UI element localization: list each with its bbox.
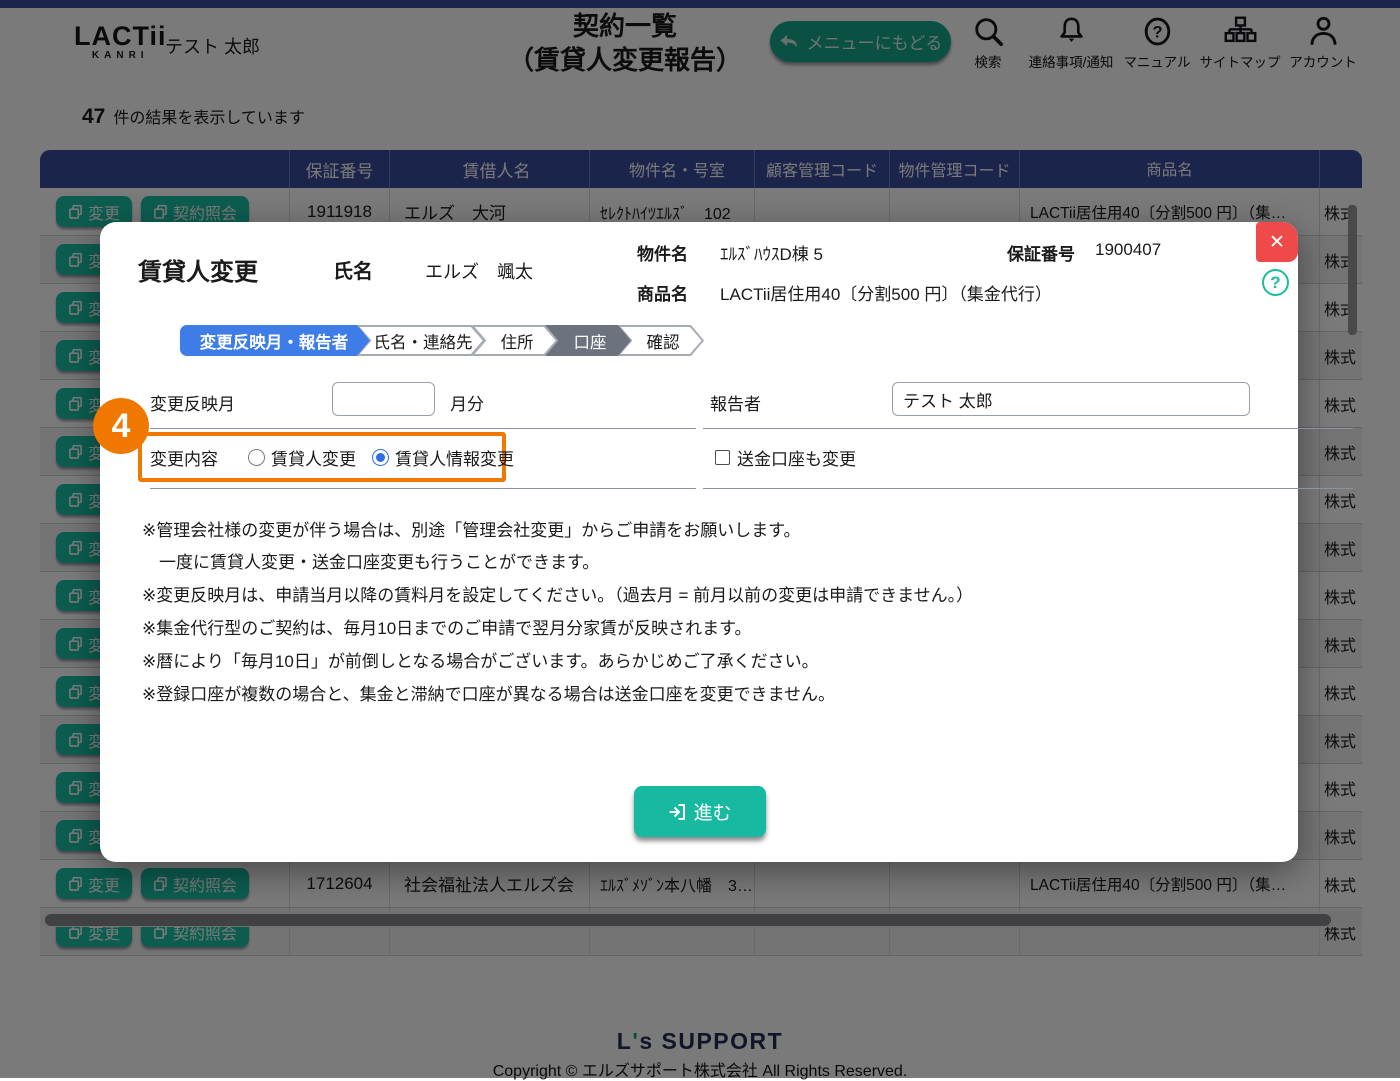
guarantee-no-value: 1900407 [1095, 240, 1161, 260]
name-value: エルズ 颯太 [425, 258, 533, 284]
step-label: 氏名・連絡先 [354, 329, 489, 353]
proceed-button[interactable]: 進む [634, 786, 766, 837]
step-label: 確認 [627, 329, 696, 353]
note-line: ※集金代行型のご契約は、毎月10日までのご申請で翌月分家賃が反映されます。 [142, 616, 973, 642]
reporter-label: 報告者 [710, 390, 761, 415]
change-type-label: 変更内容 [150, 445, 218, 470]
notes-list: ※管理会社様の変更が伴う場合は、別途「管理会社変更」からご申請をお願いします。 … [142, 518, 973, 714]
divider [703, 488, 1353, 489]
name-label: 氏名 [333, 255, 373, 284]
reflect-month-input[interactable] [332, 382, 435, 416]
enter-arrow-icon [668, 803, 686, 821]
radio-landlord-change-label: 賃貸人変更 [271, 445, 356, 470]
step-2[interactable]: 氏名・連絡先 [357, 325, 485, 356]
divider [703, 428, 1353, 429]
close-icon: ✕ [1269, 231, 1285, 254]
help-button[interactable]: ? [1262, 269, 1289, 296]
note-line: ※管理会社様の変更が伴う場合は、別途「管理会社変更」からご申請をお願いします。 [142, 518, 973, 544]
step-label: 住所 [481, 329, 550, 353]
divider [150, 428, 696, 429]
property-name-label: 物件名 [637, 240, 688, 265]
step-badge: 4 [93, 398, 149, 454]
proceed-label: 進む [693, 798, 731, 825]
reflect-month-label: 変更反映月 [150, 390, 235, 415]
reflect-month-suffix: 月分 [450, 390, 484, 415]
guarantee-no-label: 保証番号 [1007, 240, 1075, 265]
landlord-change-modal: ✕ ? 賃貸人変更 氏名 エルズ 颯太 物件名 ｴﾙｽﾞﾊｳｽD棟 5 保証番号… [100, 222, 1298, 862]
reporter-input[interactable] [892, 382, 1250, 416]
note-line: ※暦により「毎月10日」が前倒しとなる場合がございます。あらかじめご了承ください… [142, 649, 973, 675]
modal-title: 賃貸人変更 [138, 252, 258, 287]
close-button[interactable]: ✕ [1256, 222, 1298, 262]
radio-landlord-info-change-label: 賃貸人情報変更 [395, 445, 514, 470]
divider [150, 488, 696, 489]
remittance-account-checkbox[interactable]: 送金口座も変更 [715, 432, 856, 482]
radio-landlord-info-change[interactable]: 賃貸人情報変更 [372, 445, 514, 470]
step-1[interactable]: 変更反映月・報告者 [180, 325, 370, 356]
change-type-row: 変更内容 賃貸人変更 賃貸人情報変更 [150, 432, 530, 482]
step-label: 変更反映月・報告者 [186, 329, 365, 353]
step-nav: 変更反映月・報告者氏名・連絡先住所口座確認 [180, 325, 704, 356]
note-line: ※変更反映月は、申請当月以降の賃料月を設定してください。（過去月 = 前月以前の… [142, 583, 973, 609]
note-line: 一度に賃貸人変更・送金口座変更も行うことができます。 [142, 550, 973, 576]
remittance-account-checkbox-label: 送金口座も変更 [737, 445, 856, 470]
radio-landlord-change[interactable]: 賃貸人変更 [248, 445, 356, 470]
note-line: ※登録口座が複数の場合と、集金と滞納で口座が異なる場合は送金口座を変更できません… [142, 682, 973, 708]
step-label: 口座 [554, 329, 623, 353]
radio-unchecked-icon [248, 449, 265, 466]
product-name-value: LACTii居住用40〔分割500 円〕（集金代行） [720, 280, 1052, 305]
checkbox-unchecked-icon [715, 450, 730, 465]
property-name-value: ｴﾙｽﾞﾊｳｽD棟 5 [720, 240, 823, 265]
product-name-label: 商品名 [637, 280, 688, 305]
radio-checked-icon [372, 449, 389, 466]
help-question-icon: ? [1270, 273, 1280, 293]
